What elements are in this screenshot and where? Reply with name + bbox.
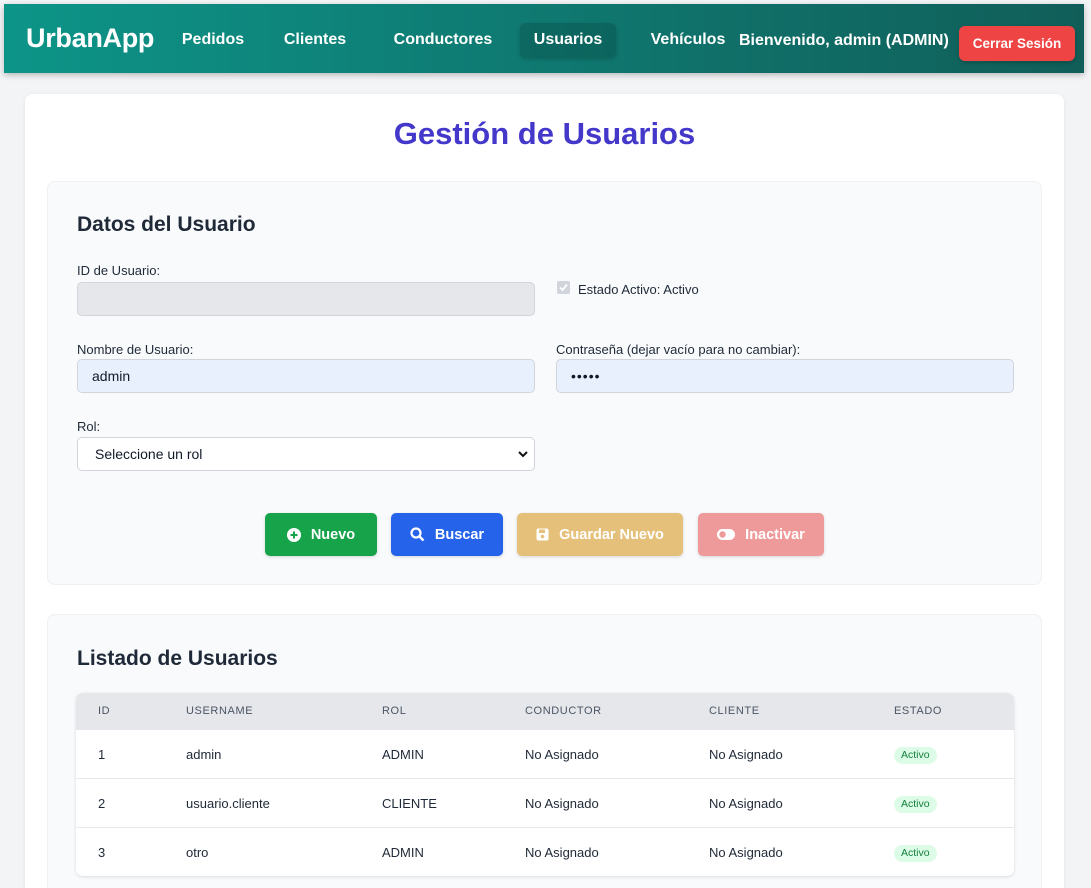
check-icon bbox=[559, 283, 568, 292]
status-badge: Activo bbox=[894, 747, 937, 764]
status-badge: Activo bbox=[894, 845, 937, 862]
table-header: ID USERNAME ROL CONDUCTOR CLIENTE ESTADO bbox=[76, 693, 1014, 729]
status-badge: Activo bbox=[894, 796, 937, 813]
user-list-panel: Listado de Usuarios ID USERNAME ROL COND… bbox=[47, 614, 1042, 888]
table-row[interactable]: 1 admin ADMIN No Asignado No Asignado Ac… bbox=[76, 729, 1014, 778]
username-field[interactable]: admin bbox=[77, 359, 535, 393]
table-row[interactable]: 3 otro ADMIN No Asignado No Asignado Act… bbox=[76, 827, 1014, 876]
page-title: Gestión de Usuarios bbox=[393, 116, 696, 151]
welcome-text: Bienvenido, admin (ADMIN) bbox=[739, 32, 949, 49]
logout-button[interactable]: Cerrar Sesión bbox=[959, 26, 1075, 61]
username-label: Nombre de Usuario: bbox=[77, 342, 194, 357]
cell-conductor: No Asignado bbox=[525, 796, 599, 811]
nav-link-usuarios[interactable]: Usuarios bbox=[520, 23, 616, 57]
cell-conductor: No Asignado bbox=[525, 845, 599, 860]
top-navbar: UrbanApp Pedidos Clientes Conductores Us… bbox=[4, 4, 1084, 73]
cell-username: otro bbox=[186, 845, 209, 860]
cell-cliente: No Asignado bbox=[709, 747, 783, 762]
save-new-button-label: Guardar Nuevo bbox=[559, 526, 664, 543]
toggle-icon bbox=[717, 529, 736, 540]
cell-cliente: No Asignado bbox=[709, 845, 783, 860]
search-icon bbox=[410, 527, 425, 542]
password-field[interactable]: ••••• bbox=[556, 359, 1014, 393]
cell-id: 1 bbox=[98, 747, 106, 762]
nav-link-pedidos[interactable]: Pedidos bbox=[168, 23, 258, 57]
col-header-conductor: CONDUCTOR bbox=[525, 705, 602, 717]
user-form-panel: Datos del Usuario ID de Usuario: Estado … bbox=[47, 181, 1042, 585]
inactivate-button-label: Inactivar bbox=[745, 526, 805, 543]
list-section-title: Listado de Usuarios bbox=[77, 647, 278, 670]
brand-logo[interactable]: UrbanApp bbox=[26, 23, 154, 54]
save-new-button[interactable]: Guardar Nuevo bbox=[517, 513, 683, 556]
cell-conductor: No Asignado bbox=[525, 747, 599, 762]
col-header-cliente: CLIENTE bbox=[709, 705, 760, 717]
nav-link-conductores[interactable]: Conductores bbox=[382, 23, 504, 57]
chevron-down-icon bbox=[518, 451, 528, 458]
nav-link-vehiculos[interactable]: Vehículos bbox=[642, 23, 734, 57]
cell-rol: ADMIN bbox=[382, 845, 424, 860]
col-header-estado: ESTADO bbox=[894, 705, 943, 717]
password-label: Contraseña (dejar vacío para no cambiar)… bbox=[556, 342, 801, 357]
save-icon bbox=[536, 528, 549, 541]
role-label: Rol: bbox=[77, 419, 101, 434]
col-header-id: ID bbox=[98, 705, 111, 717]
cell-id: 3 bbox=[98, 845, 106, 860]
role-select[interactable]: Seleccione un rol bbox=[77, 437, 535, 471]
col-header-username: USERNAME bbox=[186, 705, 254, 717]
active-status-label: Estado Activo: Activo bbox=[578, 282, 699, 297]
plus-circle-icon bbox=[286, 527, 301, 542]
cell-username: admin bbox=[186, 747, 222, 762]
search-button[interactable]: Buscar bbox=[391, 513, 503, 556]
table-row[interactable]: 2 usuario.cliente CLIENTE No Asignado No… bbox=[76, 778, 1014, 827]
user-id-field bbox=[77, 282, 535, 316]
inactivate-button[interactable]: Inactivar bbox=[698, 513, 824, 556]
nav-link-clientes[interactable]: Clientes bbox=[271, 23, 359, 57]
active-checkbox bbox=[557, 281, 570, 294]
users-table: ID USERNAME ROL CONDUCTOR CLIENTE ESTADO… bbox=[76, 693, 1014, 876]
cell-username: usuario.cliente bbox=[186, 796, 270, 811]
col-header-rol: ROL bbox=[382, 705, 407, 717]
search-button-label: Buscar bbox=[434, 526, 485, 543]
cell-cliente: No Asignado bbox=[709, 796, 783, 811]
new-button-label: Nuevo bbox=[310, 526, 356, 543]
form-section-title: Datos del Usuario bbox=[77, 213, 256, 236]
cell-id: 2 bbox=[98, 796, 106, 811]
cell-rol: CLIENTE bbox=[382, 796, 437, 811]
user-id-label: ID de Usuario: bbox=[77, 263, 161, 278]
new-button[interactable]: Nuevo bbox=[265, 513, 377, 556]
cell-rol: ADMIN bbox=[382, 747, 424, 762]
main-card: Gestión de Usuarios Datos del Usuario ID… bbox=[25, 94, 1064, 888]
role-select-value: Seleccione un rol bbox=[95, 446, 203, 462]
